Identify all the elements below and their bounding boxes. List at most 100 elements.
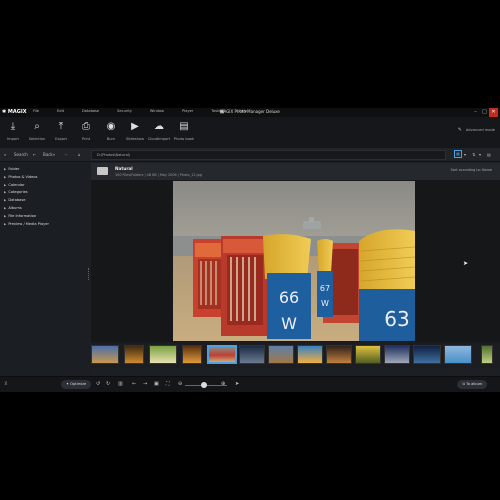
thumbnail[interactable] xyxy=(481,345,493,364)
sidebar-item-preview-media-player[interactable]: ▶ Preview / Media Player xyxy=(0,221,90,229)
window-controls: – □ ✕ xyxy=(471,108,498,117)
grid-view-icon[interactable]: ▦ xyxy=(454,150,462,158)
expand-arrow-icon: ▶ xyxy=(4,167,7,171)
rotate-left-icon[interactable]: ↺ xyxy=(96,381,100,388)
forward-arrow-icon[interactable]: → xyxy=(64,151,67,158)
sidebar-item-label: Categories xyxy=(8,190,28,195)
sort-dropdown-icon[interactable]: ▾ xyxy=(479,151,481,158)
sidebar-item-calendar[interactable]: ▶ Calendar xyxy=(0,182,90,190)
thumbnail-selected[interactable] xyxy=(207,345,237,364)
photo-book-button[interactable]: ▤ Photo book xyxy=(171,120,197,141)
back-arrow-icon[interactable]: ← xyxy=(33,151,36,158)
optimize-label: Optimize xyxy=(70,382,87,386)
printer-icon: ⎙ xyxy=(82,121,90,132)
sidebar-item-label: Folder xyxy=(8,167,20,171)
expand-arrow-icon: ▶ xyxy=(4,205,7,210)
photo-viewer: 66 W 67 W 63 ➤ xyxy=(91,180,500,342)
view-dropdown-icon[interactable]: ▾ xyxy=(464,151,466,158)
sidebar-item-folder[interactable]: ▶ Folder xyxy=(0,166,90,174)
next-arrow-icon[interactable]: → xyxy=(143,381,147,388)
magnifier-icon: ⌕ xyxy=(34,121,40,132)
rotate-right-icon[interactable]: ↻ xyxy=(106,381,110,388)
chair-letter-w-small: W xyxy=(321,299,329,308)
thumbnail[interactable] xyxy=(239,345,265,364)
filmstrip xyxy=(91,342,500,368)
chair-number-66: 66 xyxy=(279,288,299,307)
search-button[interactable]: Search xyxy=(14,151,28,158)
chair-letter-w: W xyxy=(281,314,297,333)
path-field[interactable]: D:\Photos\Natural\ xyxy=(91,150,446,160)
cloud-icon: ☁ xyxy=(154,121,164,132)
sidebar-item-albums[interactable]: ▶ Albums xyxy=(0,205,90,213)
chevron-down-icon[interactable]: ▾ xyxy=(53,151,55,158)
detail-view-icon[interactable]: ▤ xyxy=(487,151,491,158)
sidebar-item-categories[interactable]: ▶ Categories xyxy=(0,189,90,197)
sidebar-item-label: Database xyxy=(8,198,26,203)
expand-arrow-icon: ▶ xyxy=(4,221,7,226)
photo-manager-window: ✱ MAGIX File Edit Database Security Wind… xyxy=(0,108,500,392)
app-title: MAGIX Photo Manager Deluxe xyxy=(220,109,280,114)
path-text: D:\Photos\Natural\ xyxy=(97,153,130,157)
optimize-button[interactable]: ✦ Optimize xyxy=(61,380,92,389)
preview-photo[interactable]: 66 W 67 W 63 xyxy=(173,181,415,341)
beach-chairs-photo: 66 W 67 W 63 xyxy=(173,181,415,341)
cloudimport-label: CloudImport xyxy=(147,137,171,141)
chair-number-67: 67 xyxy=(320,284,330,293)
thumbnail[interactable] xyxy=(149,345,177,364)
slideshow-button[interactable]: ▶ Slideshow xyxy=(122,120,148,141)
sidebar-item-label: Photos & Videos xyxy=(8,174,38,179)
thumbnail[interactable] xyxy=(124,345,144,364)
thumbnail[interactable] xyxy=(182,345,202,364)
thumbnail[interactable] xyxy=(91,345,119,364)
previous-arrow-icon[interactable]: ← xyxy=(132,381,136,388)
thumbnail[interactable] xyxy=(297,345,323,364)
thumbnail[interactable] xyxy=(384,345,410,364)
title-bar: ✱ MAGIX File Edit Database Security Wind… xyxy=(0,108,500,117)
slideshow-label: Slideshow xyxy=(125,137,145,141)
advanced-mode-toggle[interactable]: ✎ Advanced mode xyxy=(458,127,495,133)
sort-label[interactable]: Sort according to: Name xyxy=(451,168,492,172)
to-album-button[interactable]: ⇲ To album xyxy=(457,380,488,389)
mouse-cursor-icon: ➤ xyxy=(463,260,469,267)
maximize-icon[interactable]: □ xyxy=(480,108,489,117)
folder-name: Natural xyxy=(115,166,133,171)
export-button[interactable]: ⤒ Export xyxy=(48,120,74,141)
sidebar-resize-handle[interactable] xyxy=(88,268,90,280)
minimize-icon[interactable]: – xyxy=(471,108,480,117)
to-album-label: To album xyxy=(466,382,483,386)
burn-button[interactable]: ◉ Burn xyxy=(98,120,124,141)
fit-view-icon[interactable]: ▣ xyxy=(154,381,159,388)
zoom-slider-knob[interactable] xyxy=(201,382,207,388)
sidebar-item-database[interactable]: ▶ Database xyxy=(0,197,90,205)
zoom-out-icon[interactable]: ⊖ xyxy=(178,381,182,388)
expand-arrow-icon: ▶ xyxy=(4,174,7,179)
print-button[interactable]: ⎙ Print xyxy=(73,120,99,141)
thumbnail[interactable] xyxy=(413,345,441,364)
thumbnail[interactable] xyxy=(444,345,472,364)
sidebar-item-file-information[interactable]: ▶ File Information xyxy=(0,213,90,221)
selection-button[interactable]: ⌕ Selection xyxy=(24,120,50,141)
fullscreen-icon[interactable]: ⛶ xyxy=(166,381,170,388)
sort-icon[interactable]: ⇅ xyxy=(472,151,475,158)
import-button[interactable]: ⤓ Import xyxy=(0,120,26,141)
sidebar-item-photos-videos[interactable]: ▶ Photos & Videos xyxy=(0,174,90,182)
disc-icon: ◉ xyxy=(106,121,116,132)
thumbnail[interactable] xyxy=(268,345,294,364)
close-icon[interactable]: ✕ xyxy=(489,108,498,117)
sidebar-item-label: Calendar xyxy=(8,182,25,187)
main-toolbar: ⤓ Import ⌕ Selection ⤒ Export ⎙ Print ◉ … xyxy=(0,117,500,148)
thumbnail[interactable] xyxy=(326,345,352,364)
share-icon[interactable]: ➤ xyxy=(235,381,239,388)
back-button[interactable]: Back xyxy=(43,151,53,158)
delete-icon[interactable]: ▥ xyxy=(118,381,123,388)
bottom-toolbar: ⊻ ✦ Optimize ↺ ↻ ▥ ← → ▣ ⛶ ⊖ ⊕ ➤ ⇲ To al… xyxy=(0,376,500,392)
zoom-in-icon[interactable]: ⊕ xyxy=(221,381,225,388)
thumbnail[interactable] xyxy=(355,345,381,364)
search-icon[interactable]: ⌕ xyxy=(4,151,6,158)
pin-icon[interactable]: ⊻ xyxy=(4,381,8,388)
expand-arrow-icon: ▶ xyxy=(4,182,7,187)
home-icon[interactable]: ⌂ xyxy=(78,151,81,158)
book-icon: ▤ xyxy=(179,121,189,132)
import-label: Import xyxy=(7,137,19,141)
cloudimport-button[interactable]: ☁ CloudImport xyxy=(146,120,172,141)
